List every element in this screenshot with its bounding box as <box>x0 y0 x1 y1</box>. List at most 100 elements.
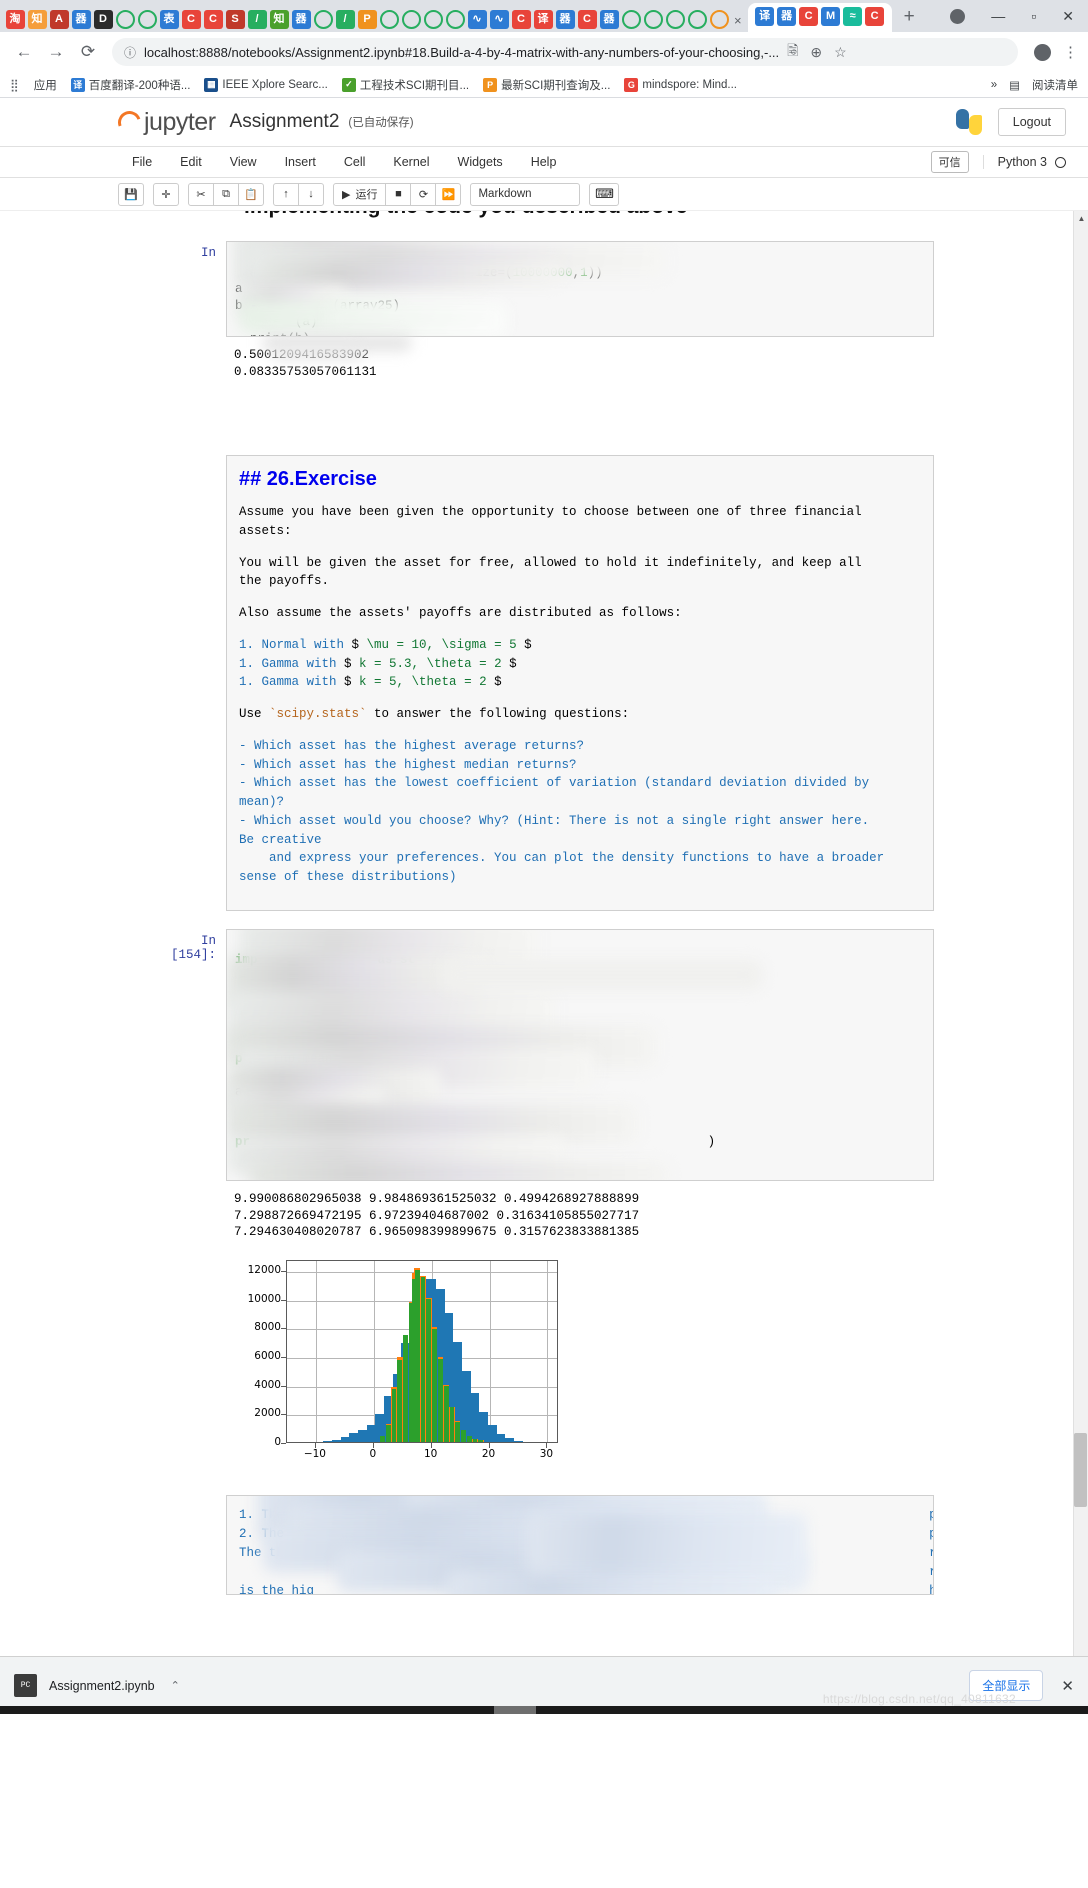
downloaded-file-name[interactable]: Assignment2.ipynb <box>49 1679 155 1693</box>
restart-run-all-button[interactable]: ⏩ <box>435 182 462 206</box>
site-info-icon[interactable]: ⓘ <box>124 44 136 61</box>
reading-list-label[interactable]: 阅读清单 <box>1032 77 1078 93</box>
paste-button[interactable]: 📋 <box>238 182 264 206</box>
profile-badge-icon[interactable] <box>950 8 966 24</box>
tab-favicon-icon[interactable]: C <box>511 10 531 29</box>
menu-edit[interactable]: Edit <box>166 155 216 169</box>
tab-favicon-icon[interactable]: A <box>49 10 69 29</box>
notebook-scroll-area[interactable]: implementing the code you described abov… <box>0 211 1088 1681</box>
tab-favicon-icon[interactable] <box>621 10 641 29</box>
tab-favicon-icon[interactable] <box>687 10 707 29</box>
tab-favicon-icon[interactable]: 知 <box>27 10 47 29</box>
tab-favicon-icon[interactable]: 淘 <box>5 10 25 29</box>
tab-favicon-icon[interactable]: C <box>865 6 885 26</box>
bookmark-item[interactable]: ▦ IEEE Xplore Searc... <box>204 77 328 92</box>
tab-favicon-icon[interactable]: 器 <box>71 10 91 29</box>
tab-favicon-icon[interactable] <box>115 10 135 29</box>
profile-avatar-icon[interactable] <box>1034 43 1051 61</box>
new-tab-button[interactable]: + <box>904 6 915 28</box>
bookmark-item[interactable]: 译百度翻译-200种语... <box>70 77 190 93</box>
close-download-bar-icon[interactable]: ✕ <box>1061 1677 1074 1695</box>
tab-favicon-icon[interactable] <box>137 10 157 29</box>
bookmarks-overflow-icon[interactable]: » <box>991 79 997 91</box>
code-cell-2[interactable]: In [154]: imp as st p (np.mean a pr ) pd… <box>154 928 934 1181</box>
tab-favicon-icon[interactable] <box>379 10 399 29</box>
menu-insert[interactable]: Insert <box>271 155 330 169</box>
back-icon[interactable]: ← <box>10 38 38 66</box>
interrupt-kernel-button[interactable]: ■ <box>385 182 412 206</box>
tab-favicon-icon[interactable] <box>665 10 685 29</box>
tab-favicon-icon[interactable]: / <box>247 10 267 29</box>
address-bar[interactable]: ⓘ localhost:8888/notebooks/Assignment2.i… <box>112 38 1018 66</box>
tab-favicon-icon[interactable] <box>313 10 333 29</box>
bookmark-item[interactable]: Gmindspore: Mind... <box>624 77 737 92</box>
kernel-indicator[interactable]: Python 3 <box>982 155 1066 169</box>
tab-favicon-icon[interactable]: 器 <box>599 10 619 29</box>
tab-favicon-icon[interactable]: ≈ <box>843 6 863 26</box>
tab-favicon-icon[interactable]: ∿ <box>489 10 509 29</box>
cell-2-body[interactable]: imp as st p (np.mean a pr ) pd.Se print(… <box>226 928 934 1181</box>
tab-favicon-icon[interactable] <box>401 10 421 29</box>
menu-file[interactable]: File <box>118 155 166 169</box>
tab-close-icon[interactable]: × <box>734 13 742 28</box>
reload-icon[interactable]: ⟳ <box>74 38 102 66</box>
tab-favicon-icon[interactable]: ∿ <box>467 10 487 29</box>
vertical-scrollbar[interactable]: ▲ ▼ <box>1073 211 1088 1681</box>
md-cell-source[interactable]: ## 26.Exercise Assume you have been give… <box>226 455 934 911</box>
minimize-button[interactable]: — <box>991 8 1005 24</box>
scroll-up-arrow-icon[interactable]: ▲ <box>1074 211 1088 226</box>
cell-2-source[interactable]: imp as st p (np.mean a pr ) pd.Se print(… <box>226 928 934 1181</box>
run-button[interactable]: ▶ 运行 <box>333 182 387 206</box>
zoom-icon[interactable]: ⊕ <box>810 44 822 61</box>
tab-favicon-icon[interactable] <box>423 10 443 29</box>
tab-favicon-icon[interactable]: / <box>335 10 355 29</box>
tab-favicon-icon[interactable]: C <box>181 10 201 29</box>
tab-favicon-icon[interactable]: D <box>93 10 113 29</box>
logout-button[interactable]: Logout <box>997 108 1066 136</box>
menu-cell[interactable]: Cell <box>330 155 380 169</box>
jupyter-logo[interactable]: jupyter <box>114 106 216 138</box>
forward-icon[interactable]: → <box>42 38 70 66</box>
menu-kernel[interactable]: Kernel <box>379 155 443 169</box>
cut-button[interactable]: ✂ <box>188 182 214 206</box>
tab-favicon-icon[interactable]: 器 <box>777 6 797 26</box>
scrollbar-thumb[interactable] <box>1074 1433 1087 1507</box>
download-menu-caret-icon[interactable]: ⌃ <box>171 1679 180 1692</box>
notebook-title[interactable]: Assignment2 <box>230 111 340 133</box>
md-cell-body[interactable]: ## 26.Exercise Assume you have been give… <box>226 455 934 911</box>
tab-favicon-icon[interactable]: 译 <box>533 10 553 29</box>
maximize-button[interactable]: ▫ <box>1031 8 1036 24</box>
cell-1-source[interactable]: (size=(10000000,1)) a b - (array25) (a) … <box>226 241 934 337</box>
move-cell-down-button[interactable]: ↓ <box>298 182 324 206</box>
background-tabs[interactable]: 淘知 A 器 D 表 C C S / 知器 / P ∿ ∿ C 译器 C 器 <box>4 10 730 32</box>
browser-menu-icon[interactable]: ⋮ <box>1063 43 1078 61</box>
tab-favicon-icon[interactable]: 器 <box>291 10 311 29</box>
tab-favicon-icon[interactable]: M <box>821 6 841 26</box>
tab-favicon-icon[interactable] <box>709 10 729 29</box>
insert-cell-button[interactable]: ✛ <box>153 182 179 206</box>
active-tab[interactable]: 译器 C M ≈ C <box>747 3 892 32</box>
final-md-body[interactable]: 1. The payoffs. 2. The payoffs. The thir… <box>226 1494 934 1595</box>
restart-kernel-button[interactable]: ⟳ <box>410 182 437 206</box>
bookmark-apps-label[interactable]: 应用 <box>34 77 57 93</box>
final-markdown-cell[interactable]: 1. The payoffs. 2. The payoffs. The thir… <box>154 1494 934 1595</box>
apps-grid-icon[interactable]: ⣿ <box>10 78 20 92</box>
tab-favicon-icon[interactable]: 表 <box>159 10 179 29</box>
bookmark-item[interactable]: ✓ 工程技术SCI期刊目... <box>341 77 469 93</box>
trusted-badge[interactable]: 可信 <box>930 151 969 173</box>
menu-view[interactable]: View <box>216 155 271 169</box>
save-button[interactable]: 💾 <box>118 182 144 206</box>
close-button[interactable]: ✕ <box>1062 8 1074 25</box>
tab-favicon-icon[interactable]: 知 <box>269 10 289 29</box>
code-cell-1[interactable]: In (size=(10000000,1)) a b - (array25) (… <box>154 241 934 337</box>
command-palette-button[interactable]: ⌨ <box>589 182 620 206</box>
tab-favicon-icon[interactable] <box>445 10 465 29</box>
move-cell-up-button[interactable]: ↑ <box>273 182 299 206</box>
copy-button[interactable]: ⧉ <box>213 182 239 206</box>
menu-widgets[interactable]: Widgets <box>444 155 517 169</box>
cell-1-body[interactable]: (size=(10000000,1)) a b - (array25) (a) … <box>226 241 934 337</box>
bookmark-item[interactable]: P 最新SCI期刊查询及... <box>483 77 610 93</box>
tab-favicon-icon[interactable]: S <box>225 10 245 29</box>
markdown-cell-exercise[interactable]: ## 26.Exercise Assume you have been give… <box>154 455 934 911</box>
menu-help[interactable]: Help <box>517 155 571 169</box>
